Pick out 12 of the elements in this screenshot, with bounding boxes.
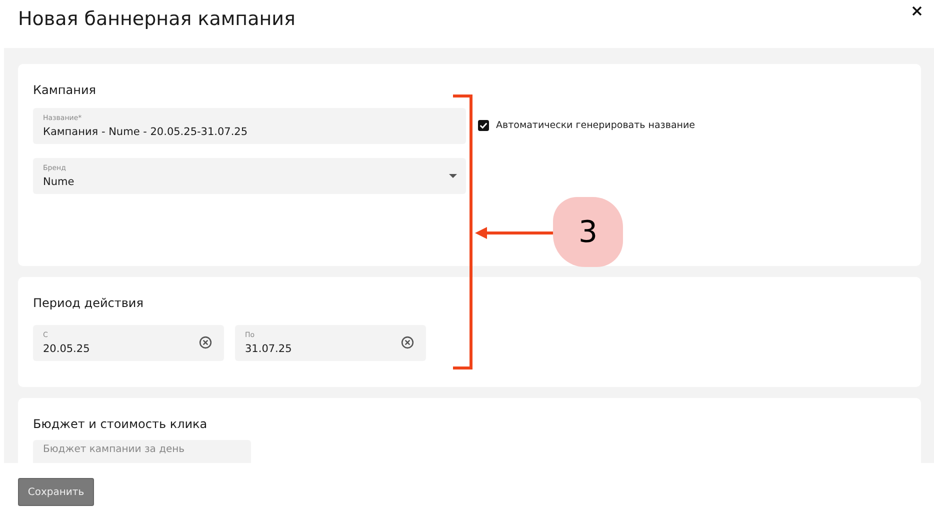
clear-icon[interactable] [401,336,414,349]
checkbox[interactable] [478,120,489,131]
input-field[interactable]: Бюджет кампании за день [33,440,251,463]
section-title: Период действия [33,295,144,311]
caret-icon[interactable] [449,174,457,178]
section-title: Кампания [33,82,97,98]
dialog-title: Новая баннерная кампания [18,8,296,30]
save-button[interactable]: Сохранить [18,478,94,506]
close-icon[interactable] [912,6,922,16]
section-title: Бюджет и стоимость клика [33,416,208,432]
clear-icon[interactable] [199,336,212,349]
checkbox-label: Автоматически генерировать название [496,120,695,131]
